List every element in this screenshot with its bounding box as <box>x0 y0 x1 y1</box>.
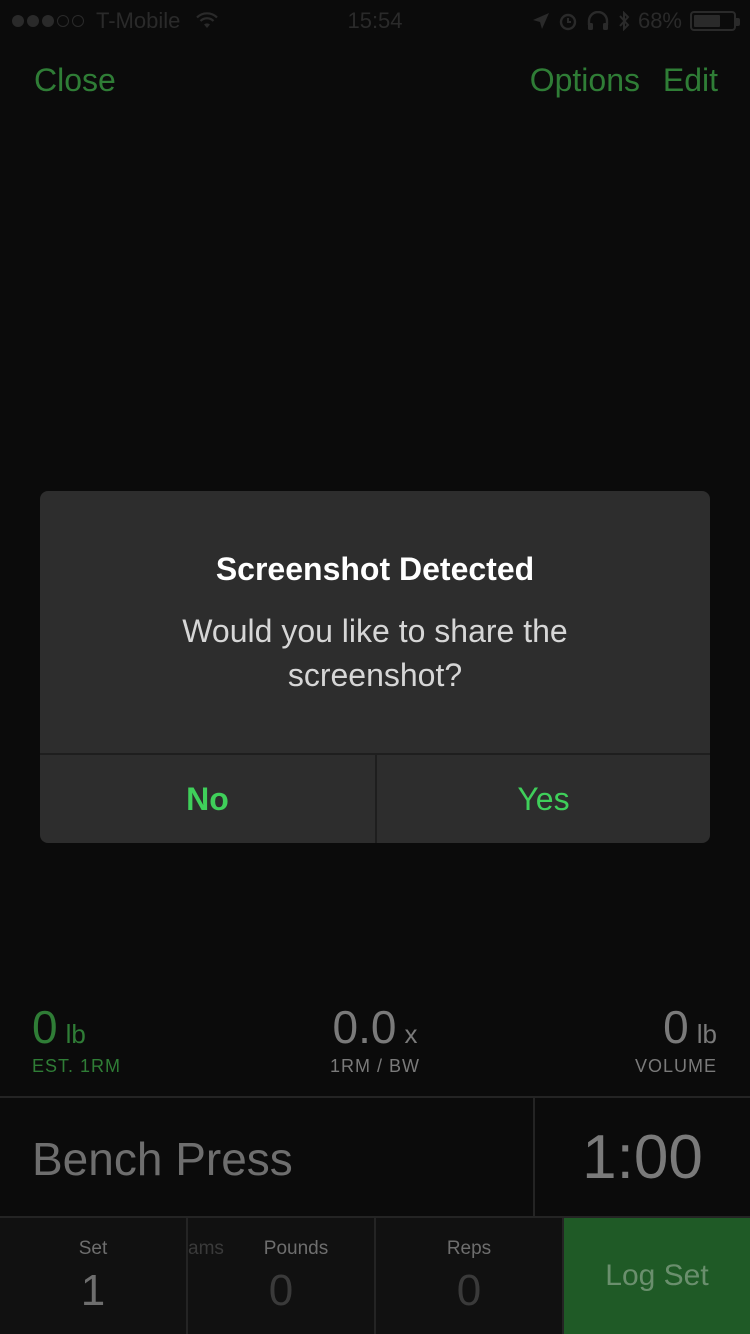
alarm-icon <box>559 13 577 31</box>
pounds-cell[interactable]: ams Pounds 0 <box>188 1218 376 1334</box>
volume-unit: lb <box>696 1019 717 1049</box>
location-arrow-icon <box>532 13 549 29</box>
volume-value: 0 <box>663 1001 689 1053</box>
set-cell[interactable]: Set 1 <box>0 1218 188 1334</box>
pounds-label: Pounds <box>263 1238 329 1259</box>
grams-label: ams <box>188 1238 224 1259</box>
volume-stat: 0 lb VOLUME <box>635 1000 717 1077</box>
options-button[interactable]: Options <box>530 62 640 99</box>
close-button[interactable]: Close <box>34 62 116 99</box>
log-set-button[interactable]: Log Set <box>564 1218 750 1334</box>
reps-label: Reps <box>446 1238 492 1259</box>
screenshot-alert-dialog: Screenshot Detected Would you like to sh… <box>40 491 710 843</box>
ratio-value: 0.0 <box>332 1001 397 1053</box>
entry-bar: Set 1 ams Pounds 0 Reps 0 Log Set <box>0 1218 750 1334</box>
battery-percent: 68% <box>637 8 682 33</box>
reps-cell[interactable]: Reps 0 <box>376 1218 564 1334</box>
battery-icon <box>690 11 740 31</box>
exercise-name[interactable]: Bench Press <box>32 1132 293 1186</box>
ratio-unit: x <box>404 1019 418 1049</box>
exercise-row: Bench Press 1:00 <box>0 1096 750 1218</box>
dialog-title: Screenshot Detected <box>215 551 535 587</box>
rest-timer[interactable]: 1:00 <box>533 1098 750 1216</box>
dialog-message: Would you like to share the screenshot? <box>182 613 568 693</box>
volume-label: VOLUME <box>634 1056 717 1076</box>
stats-row: 0 lb EST. 1RM 0.0 x 1RM / BW 0 lb VOLUME <box>0 1000 750 1090</box>
reps-value: 0 <box>456 1266 482 1315</box>
navigation-bar: Close Options Edit <box>0 62 750 112</box>
yes-button[interactable]: Yes <box>376 755 710 843</box>
status-bar: T-Mobile 15:54 68% <box>0 0 750 40</box>
bluetooth-icon <box>619 11 630 31</box>
headphones-icon <box>587 11 609 30</box>
no-button[interactable]: No <box>40 755 375 843</box>
pounds-value: 0 <box>268 1266 294 1315</box>
set-value: 1 <box>80 1266 106 1315</box>
status-right: 68% <box>532 8 740 34</box>
edit-button[interactable]: Edit <box>663 62 718 99</box>
set-label: Set <box>78 1238 108 1259</box>
